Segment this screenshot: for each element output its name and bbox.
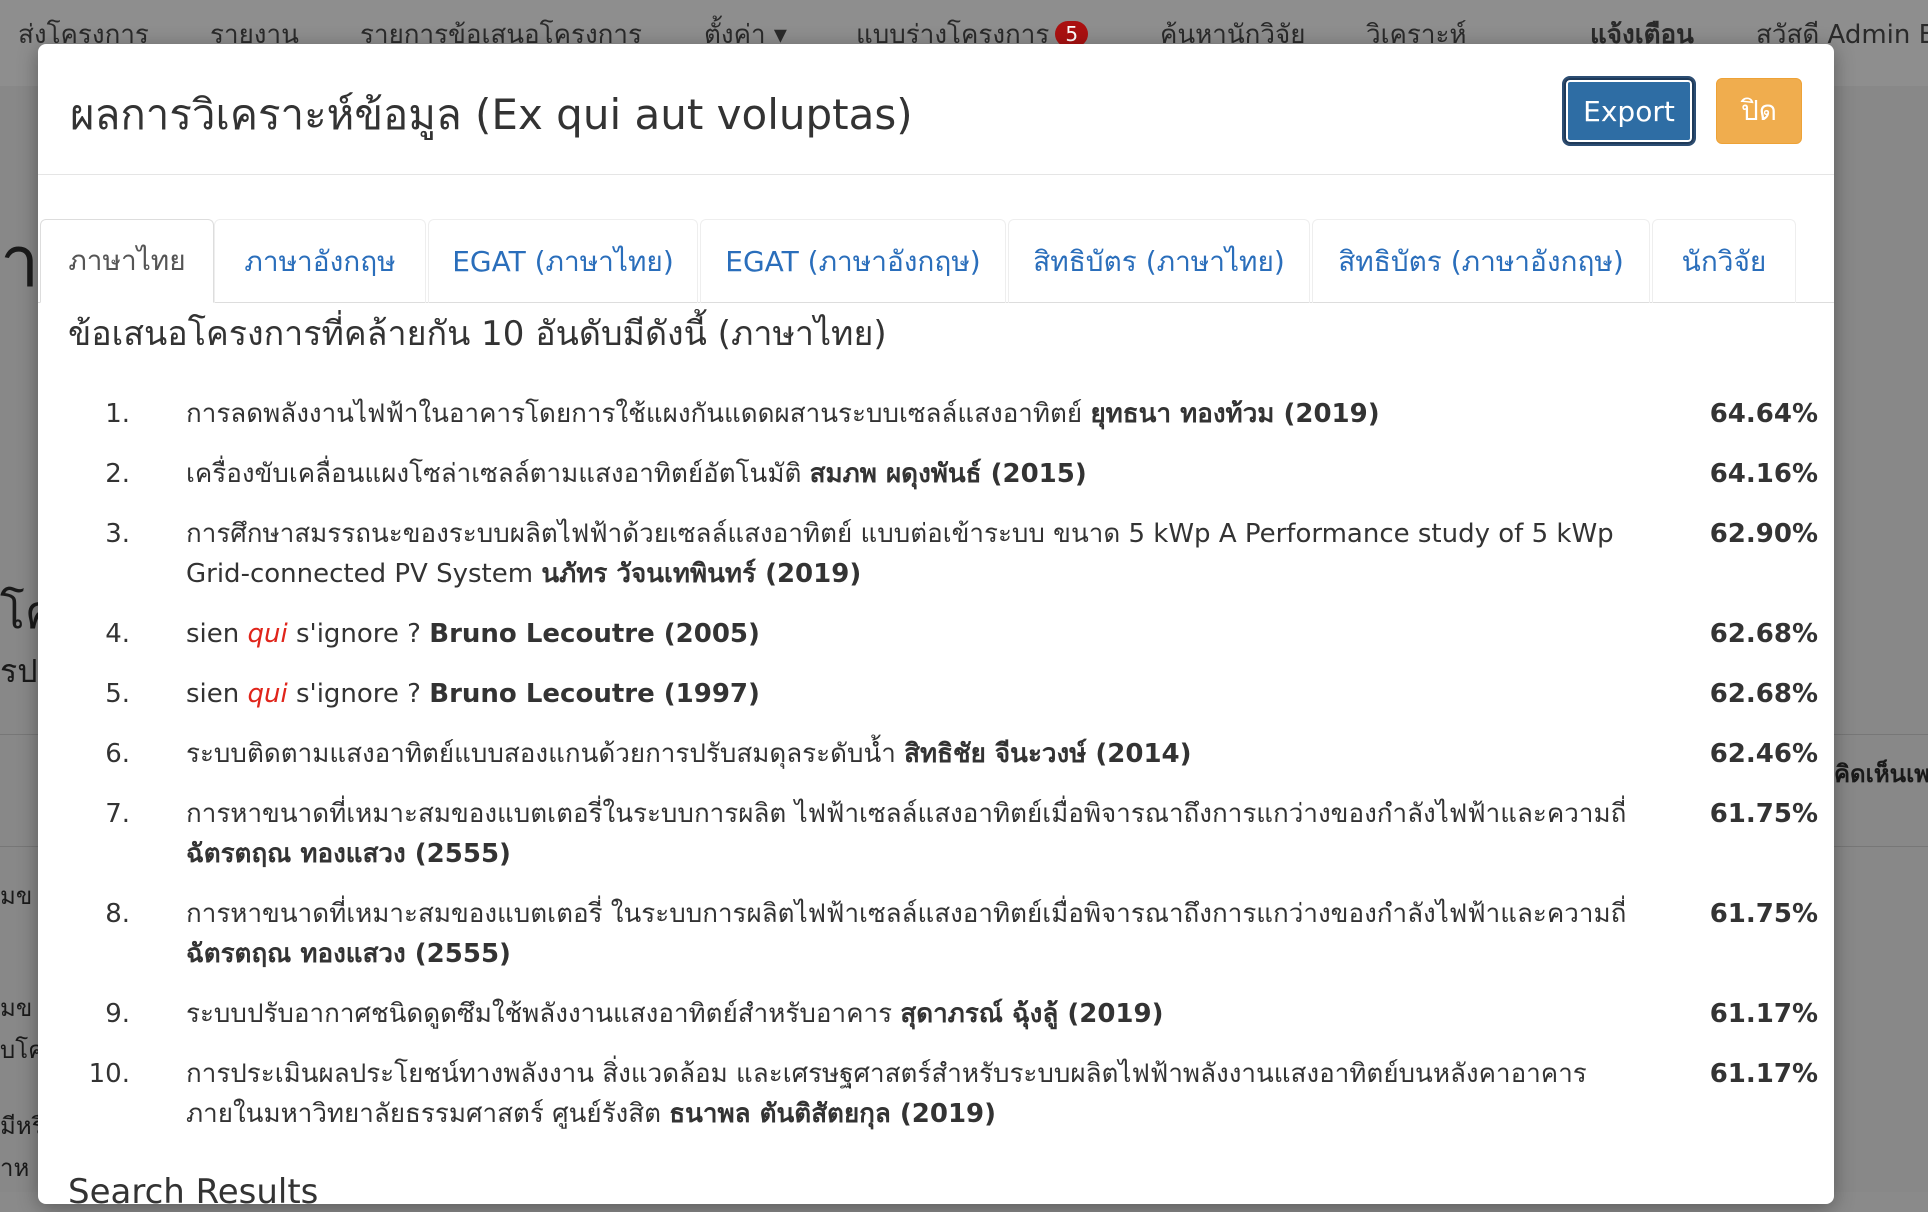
tab-egat-thai[interactable]: EGAT (ภาษาไทย)	[428, 219, 698, 303]
tab-egat-english[interactable]: EGAT (ภาษาอังกฤษ)	[700, 219, 1006, 303]
item-title[interactable]: การประเมินผลประโยชน์ทางพลังงาน สิ่งแวดล้…	[186, 1059, 1587, 1089]
item-title[interactable]: การลดพลังงานไฟฟ้าในอาคารโดยการใช้แผงกันแ…	[186, 399, 1082, 429]
bg-fragment: มข	[0, 994, 33, 1022]
item-author: ยุทธนา ทองท้วม (2019)	[1090, 399, 1380, 429]
similarity-percent: 61.17%	[1709, 999, 1818, 1029]
bg-fragment: ำห	[0, 1154, 30, 1182]
item-author: ธนาพล ตันติสัตยกุล (2019)	[669, 1099, 997, 1129]
item-author: Bruno Lecoutre (2005)	[429, 619, 760, 649]
modal-header: ผลการวิเคราะห์ข้อมูล (Ex qui aut volupta…	[38, 44, 1834, 175]
similarity-percent: 62.68%	[1709, 619, 1818, 649]
item-number: 9.	[105, 999, 130, 1029]
tab-thai[interactable]: ภาษาไทย	[40, 219, 214, 303]
bg-fragment: มข	[0, 882, 33, 910]
item-title-post[interactable]: s'ignore ?	[296, 679, 421, 709]
item-title-pre[interactable]: sien	[186, 619, 239, 649]
similarity-percent: 64.16%	[1709, 459, 1818, 489]
modal-title: ผลการวิเคราะห์ข้อมูล (Ex qui aut volupta…	[70, 90, 913, 139]
item-author: สิทธิชัย จีนะวงษ์ (2014)	[904, 739, 1192, 769]
item-number: 10.	[88, 1059, 130, 1089]
item-text: ระบบติดตามแสงอาทิตย์แบบสองแกนด้วยการปรับ…	[186, 734, 1646, 774]
tab-english[interactable]: ภาษาอังกฤษ	[214, 219, 426, 303]
item-number: 4.	[105, 619, 130, 649]
similarity-percent: 61.75%	[1709, 799, 1818, 829]
item-title-cont[interactable]: ภายในมหาวิทยาลัยธรรมศาสตร์ ศูนย์รังสิต	[186, 1099, 661, 1129]
item-number: 8.	[105, 899, 130, 929]
similarity-percent: 62.90%	[1709, 519, 1818, 549]
item-number: 7.	[105, 799, 130, 829]
item-number: 6.	[105, 739, 130, 769]
bg-fragment: คิดเห็นเพ	[1834, 760, 1928, 788]
item-title[interactable]: การหาขนาดที่เหมาะสมของแบตเตอรี่ในระบบการ…	[186, 799, 1626, 829]
item-author: Bruno Lecoutre (1997)	[429, 679, 760, 709]
item-title-highlight[interactable]: qui	[248, 679, 288, 709]
bg-fragment: า	[0, 221, 40, 303]
item-author: สุดาภรณ์ ฉุ้งลู้ (2019)	[900, 999, 1164, 1029]
similarity-percent: 61.17%	[1709, 1059, 1818, 1089]
close-button[interactable]: ปิด	[1716, 78, 1802, 144]
tab-patent-thai[interactable]: สิทธิบัตร (ภาษาไทย)	[1008, 219, 1310, 303]
item-text: การลดพลังงานไฟฟ้าในอาคารโดยการใช้แผงกันแ…	[186, 394, 1646, 434]
item-author: สมภพ ผดุงพันธ์ (2015)	[809, 459, 1087, 489]
item-text: การศึกษาสมรรถนะของระบบผลิตไฟฟ้าด้วยเซลล์…	[186, 514, 1646, 594]
item-number: 5.	[105, 679, 130, 709]
item-number: 2.	[105, 459, 130, 489]
section-heading: ข้อเสนอโครงการที่คล้ายกัน 10 อันดับมีดัง…	[68, 314, 887, 354]
item-title-post[interactable]: s'ignore ?	[296, 619, 421, 649]
item-title[interactable]: ระบบติดตามแสงอาทิตย์แบบสองแกนด้วยการปรับ…	[186, 739, 896, 769]
item-text: การหาขนาดที่เหมาะสมของแบตเตอรี่ ในระบบกา…	[186, 894, 1646, 974]
next-section-heading: Search Results	[68, 1172, 319, 1212]
item-text: การหาขนาดที่เหมาะสมของแบตเตอรี่ในระบบการ…	[186, 794, 1646, 874]
similarity-percent: 62.68%	[1709, 679, 1818, 709]
bg-fragment: รป	[0, 652, 38, 690]
similarity-percent: 64.64%	[1709, 399, 1818, 429]
item-number: 1.	[105, 399, 130, 429]
item-author: ฉัตรตฤณ ทองแสวง (2555)	[186, 939, 511, 969]
item-title[interactable]: การศึกษาสมรรถนะของระบบผลิตไฟฟ้าด้วยเซลล์…	[186, 519, 1614, 549]
similarity-percent: 61.75%	[1709, 899, 1818, 929]
item-title-cont[interactable]: Grid-connected PV System	[186, 559, 533, 589]
item-text: sien qui s'ignore ? Bruno Lecoutre (2005…	[186, 614, 1646, 654]
analysis-modal: ผลการวิเคราะห์ข้อมูล (Ex qui aut volupta…	[38, 44, 1834, 1212]
item-number: 3.	[105, 519, 130, 549]
tab-researcher[interactable]: นักวิจัย	[1652, 219, 1796, 303]
item-text: เครื่องขับเคลื่อนแผงโซล่าเซลล์ตามแสงอาทิ…	[186, 454, 1646, 494]
tab-patent-english[interactable]: สิทธิบัตร (ภาษาอังกฤษ)	[1312, 219, 1650, 303]
export-button[interactable]: Export	[1562, 76, 1696, 146]
item-title-pre[interactable]: sien	[186, 679, 239, 709]
item-title[interactable]: ระบบปรับอากาศชนิดดูดซึมใช้พลังงานแสงอาทิ…	[186, 999, 892, 1029]
item-title[interactable]: การหาขนาดที่เหมาะสมของแบตเตอรี่ ในระบบกา…	[186, 899, 1626, 929]
item-title-highlight[interactable]: qui	[248, 619, 288, 649]
item-text: การประเมินผลประโยชน์ทางพลังงาน สิ่งแวดล้…	[186, 1054, 1646, 1134]
item-author: ฉัตรตฤณ ทองแสวง (2555)	[186, 839, 511, 869]
tab-bar: ภาษาไทย ภาษาอังกฤษ EGAT (ภาษาไทย) EGAT (…	[38, 176, 1834, 304]
item-author: นภัทร วัจนเทพินทร์ (2019)	[541, 559, 862, 589]
item-text: ระบบปรับอากาศชนิดดูดซึมใช้พลังงานแสงอาทิ…	[186, 994, 1646, 1034]
item-text: sien qui s'ignore ? Bruno Lecoutre (1997…	[186, 674, 1646, 714]
item-title[interactable]: เครื่องขับเคลื่อนแผงโซล่าเซลล์ตามแสงอาทิ…	[186, 459, 801, 489]
similarity-percent: 62.46%	[1709, 739, 1818, 769]
